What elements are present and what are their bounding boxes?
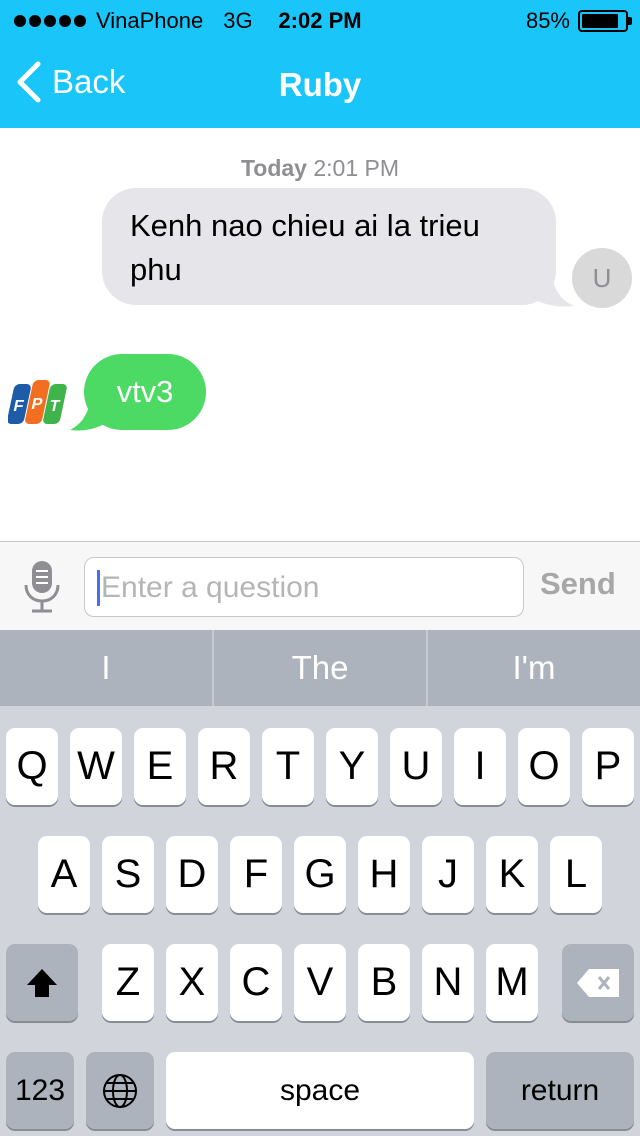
key-y[interactable]: Y [326, 728, 378, 805]
key-j[interactable]: J [422, 836, 474, 913]
battery-icon [578, 10, 632, 32]
suggestion-item[interactable]: I [0, 630, 214, 706]
shift-arrow-icon [27, 968, 57, 997]
status-bar: VinaPhone 3G 2:02 PM 85% [0, 0, 640, 40]
message-timestamp: Today 2:01 PM [0, 155, 640, 182]
key-c[interactable]: C [230, 944, 282, 1021]
header: VinaPhone 3G 2:02 PM 85% Back Ruby [0, 0, 640, 128]
numbers-key[interactable]: 123 [6, 1052, 74, 1129]
backspace-icon [577, 968, 619, 997]
key-a[interactable]: A [38, 836, 90, 913]
key-u[interactable]: U [390, 728, 442, 805]
key-k[interactable]: K [486, 836, 538, 913]
key-z[interactable]: Z [102, 944, 154, 1021]
key-h[interactable]: H [358, 836, 410, 913]
key-w[interactable]: W [70, 728, 122, 805]
globe-icon [103, 1073, 137, 1108]
user-avatar: U [572, 248, 632, 308]
key-n[interactable]: N [422, 944, 474, 1021]
send-button[interactable]: Send [540, 566, 616, 602]
key-s[interactable]: S [102, 836, 154, 913]
user-message-bubble: Kenh nao chieu ai la trieu phu [102, 188, 556, 305]
battery-level [582, 14, 618, 28]
key-q[interactable]: Q [6, 728, 58, 805]
suggestion-item[interactable]: The [214, 630, 428, 706]
fpt-logo-icon: F P T [8, 380, 67, 424]
battery-percent: 85% [525, 8, 570, 33]
key-g[interactable]: G [294, 836, 346, 913]
timestamp-time: 2:01 PM [313, 155, 400, 181]
key-i[interactable]: I [454, 728, 506, 805]
delete-key[interactable] [562, 944, 634, 1021]
key-e[interactable]: E [134, 728, 186, 805]
key-o[interactable]: O [518, 728, 570, 805]
space-key[interactable]: space [166, 1052, 474, 1129]
suggestion-item[interactable]: I'm [428, 630, 640, 706]
question-input[interactable]: Enter a question [84, 557, 524, 617]
key-p[interactable]: P [582, 728, 634, 805]
shift-key[interactable] [6, 944, 78, 1021]
key-f[interactable]: F [230, 836, 282, 913]
return-key[interactable]: return [486, 1052, 634, 1129]
key-x[interactable]: X [166, 944, 218, 1021]
key-t[interactable]: T [262, 728, 314, 805]
key-v[interactable]: V [294, 944, 346, 1021]
text-caret [97, 570, 100, 606]
bot-message-bubble: vtv3 [84, 354, 206, 430]
key-m[interactable]: M [486, 944, 538, 1021]
key-b[interactable]: B [358, 944, 410, 1021]
key-l[interactable]: L [550, 836, 602, 913]
keyboard: 123 space return QWERTYUIOP ASDFGHJKL ZXCV… [0, 706, 640, 1136]
input-bar: Enter a question Send [0, 541, 640, 630]
timestamp-day: Today [240, 155, 307, 181]
predictive-suggestions: I The I'm [0, 630, 640, 706]
question-input-placeholder: Enter a question [101, 571, 320, 604]
microphone-icon[interactable] [22, 559, 62, 615]
key-d[interactable]: D [166, 836, 218, 913]
globe-key[interactable] [86, 1052, 154, 1129]
status-right: 85% [525, 8, 632, 34]
page-title: Ruby [278, 66, 362, 103]
key-r[interactable]: R [198, 728, 250, 805]
